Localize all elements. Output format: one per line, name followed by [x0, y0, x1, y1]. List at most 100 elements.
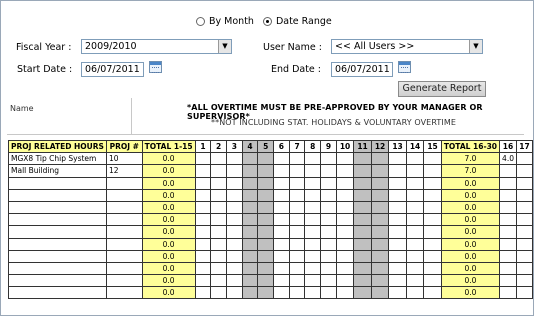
day-hours-cell[interactable] — [226, 261, 243, 276]
project-name-cell[interactable] — [8, 200, 107, 215]
day-hours-cell[interactable] — [335, 261, 355, 276]
day-hours-cell[interactable] — [335, 200, 355, 215]
day-hours-cell[interactable] — [516, 164, 533, 178]
project-number-cell[interactable] — [105, 237, 143, 251]
day-hours-cell[interactable] — [288, 176, 306, 190]
day-hours-cell[interactable] — [320, 164, 337, 178]
day-hours-cell[interactable] — [194, 237, 212, 251]
day-hours-cell[interactable] — [210, 188, 227, 202]
project-number-cell[interactable]: 12 — [105, 164, 143, 178]
day-hours-cell[interactable] — [423, 176, 442, 190]
day-hours-cell[interactable] — [226, 200, 243, 215]
day-hours-cell[interactable] — [320, 176, 337, 190]
day-hours-cell[interactable] — [257, 200, 275, 215]
day-hours-cell[interactable] — [226, 237, 243, 251]
day-hours-cell[interactable] — [304, 176, 322, 190]
day-hours-cell[interactable] — [516, 237, 533, 251]
day-hours-cell[interactable] — [499, 249, 518, 263]
day-hours-cell[interactable] — [370, 286, 390, 300]
day-hours-cell[interactable] — [405, 188, 425, 202]
day-hours-cell[interactable] — [335, 274, 355, 288]
day-hours-cell[interactable] — [226, 152, 243, 166]
project-number-cell[interactable] — [105, 213, 143, 227]
day-hours-cell[interactable] — [273, 225, 290, 239]
day-hours-cell[interactable] — [304, 261, 322, 276]
day-hours-cell[interactable] — [388, 249, 407, 263]
day-hours-cell[interactable] — [423, 237, 442, 251]
day-hours-cell[interactable] — [288, 200, 306, 215]
project-name-cell[interactable]: MGX8 Tip Chip System — [8, 152, 107, 166]
day-hours-cell[interactable] — [388, 286, 407, 300]
day-hours-cell[interactable] — [499, 200, 518, 215]
day-hours-cell[interactable] — [210, 200, 227, 215]
day-hours-cell[interactable] — [388, 200, 407, 215]
day-hours-cell[interactable] — [370, 274, 390, 288]
day-hours-cell[interactable] — [257, 152, 275, 166]
day-hours-cell[interactable] — [405, 213, 425, 227]
day-hours-cell[interactable] — [353, 261, 372, 276]
day-hours-cell[interactable] — [320, 286, 337, 300]
day-hours-cell[interactable] — [370, 188, 390, 202]
day-hours-cell[interactable] — [516, 188, 533, 202]
day-hours-cell[interactable] — [335, 152, 355, 166]
day-hours-cell[interactable] — [370, 261, 390, 276]
day-hours-cell[interactable] — [388, 164, 407, 178]
day-hours-cell[interactable] — [370, 164, 390, 178]
day-hours-cell[interactable] — [516, 225, 533, 239]
day-hours-cell[interactable] — [353, 176, 372, 190]
day-hours-cell[interactable] — [388, 176, 407, 190]
fiscal-year-select[interactable]: 2009/2010 ▼ — [81, 39, 232, 54]
day-hours-cell[interactable] — [210, 274, 227, 288]
day-hours-cell[interactable] — [241, 249, 259, 263]
day-hours-cell[interactable] — [241, 274, 259, 288]
project-name-cell[interactable] — [8, 261, 107, 276]
day-hours-cell[interactable] — [353, 152, 372, 166]
day-hours-cell[interactable] — [226, 176, 243, 190]
day-hours-cell[interactable] — [388, 225, 407, 239]
day-hours-cell[interactable] — [499, 237, 518, 251]
day-hours-cell[interactable] — [257, 164, 275, 178]
day-hours-cell[interactable]: 4.0 — [499, 152, 518, 166]
day-hours-cell[interactable] — [516, 176, 533, 190]
day-hours-cell[interactable] — [241, 237, 259, 251]
day-hours-cell[interactable] — [516, 152, 533, 166]
end-date-input[interactable]: 06/07/2011 — [331, 62, 393, 77]
day-hours-cell[interactable] — [273, 176, 290, 190]
day-hours-cell[interactable] — [335, 188, 355, 202]
project-number-cell[interactable] — [105, 188, 143, 202]
day-hours-cell[interactable] — [423, 200, 442, 215]
day-hours-cell[interactable] — [516, 213, 533, 227]
project-name-cell[interactable] — [8, 176, 107, 190]
day-hours-cell[interactable] — [273, 274, 290, 288]
calendar-icon[interactable] — [398, 61, 411, 73]
project-number-cell[interactable] — [105, 249, 143, 263]
day-hours-cell[interactable] — [370, 200, 390, 215]
day-hours-cell[interactable] — [516, 286, 533, 300]
day-hours-cell[interactable] — [226, 274, 243, 288]
day-hours-cell[interactable] — [241, 225, 259, 239]
day-hours-cell[interactable] — [405, 249, 425, 263]
project-number-cell[interactable] — [105, 225, 143, 239]
day-hours-cell[interactable] — [370, 249, 390, 263]
day-hours-cell[interactable] — [257, 188, 275, 202]
start-date-input[interactable]: 06/07/2011 — [81, 62, 144, 77]
day-hours-cell[interactable] — [353, 286, 372, 300]
day-hours-cell[interactable] — [273, 249, 290, 263]
day-hours-cell[interactable] — [288, 152, 306, 166]
day-hours-cell[interactable] — [210, 152, 227, 166]
day-hours-cell[interactable] — [499, 213, 518, 227]
day-hours-cell[interactable] — [335, 225, 355, 239]
day-hours-cell[interactable] — [226, 213, 243, 227]
day-hours-cell[interactable] — [423, 261, 442, 276]
day-hours-cell[interactable] — [304, 213, 322, 227]
day-hours-cell[interactable] — [194, 225, 212, 239]
chevron-down-icon[interactable]: ▼ — [218, 40, 231, 53]
day-hours-cell[interactable] — [423, 164, 442, 178]
day-hours-cell[interactable] — [273, 200, 290, 215]
project-name-cell[interactable] — [8, 286, 107, 300]
day-hours-cell[interactable] — [423, 152, 442, 166]
day-hours-cell[interactable] — [210, 164, 227, 178]
day-hours-cell[interactable] — [405, 200, 425, 215]
day-hours-cell[interactable] — [226, 286, 243, 300]
day-hours-cell[interactable] — [257, 249, 275, 263]
